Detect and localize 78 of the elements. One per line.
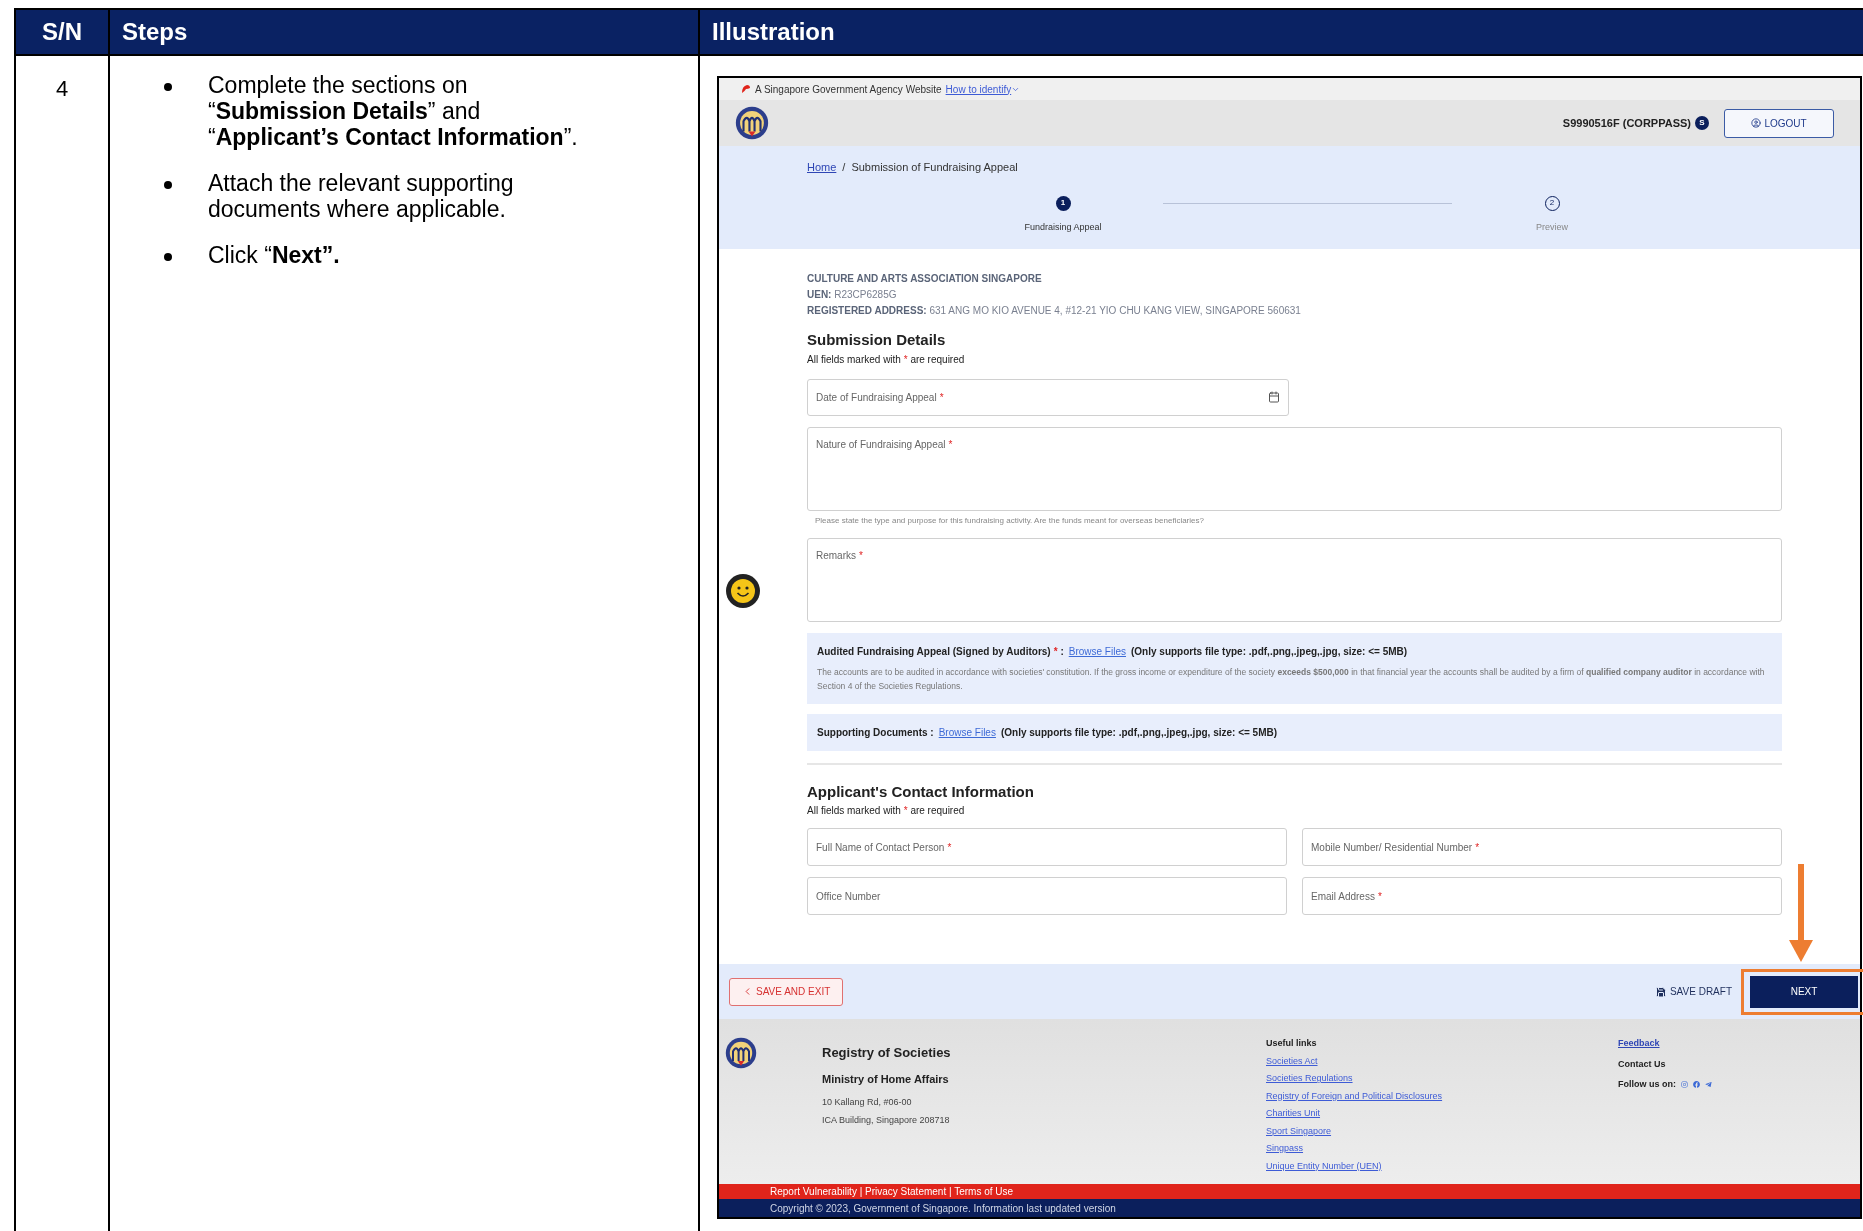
footer-link[interactable]: Societies Regulations bbox=[1266, 1072, 1353, 1086]
footer-link[interactable]: Sport Singapore bbox=[1266, 1124, 1332, 1138]
step-text: Complete the sections on “Submission Details” and “Applicant’s Contact Information”. bbox=[208, 72, 579, 150]
save-and-exit-button[interactable]: SAVE AND EXIT bbox=[729, 977, 844, 1006]
contact-us: Contact Us bbox=[1618, 1057, 1667, 1071]
step-number: 4 bbox=[55, 75, 69, 103]
save-icon bbox=[1654, 985, 1667, 998]
identify-link[interactable]: How to identify bbox=[945, 81, 1021, 97]
section-title: Submission Details bbox=[807, 330, 947, 350]
crest-logo bbox=[725, 1037, 757, 1069]
organisation-name: CULTURE AND ARTS ASSOCIATION SINGAPORE bbox=[807, 272, 1043, 286]
required-note: All fields marked with * are required bbox=[807, 804, 966, 818]
section-title: Applicant's Contact Information bbox=[807, 781, 1035, 802]
required-mark: * bbox=[1377, 890, 1382, 902]
column-header: Steps bbox=[122, 17, 188, 47]
copyright-text: Copyright © 2023, Government of Singapore. Information last updated version bbox=[770, 1201, 1116, 1216]
footer-link[interactable]: Registry of Foreign and Political Disclosures bbox=[1266, 1089, 1443, 1103]
required-note: All fields marked with * are required bbox=[807, 352, 966, 367]
required-mark: * bbox=[948, 438, 953, 450]
input-field[interactable]: Email Address * bbox=[1302, 877, 1782, 915]
step-label: Preview bbox=[1536, 220, 1568, 234]
helper-text: Please state the type and purpose for this fundraising activity. Are the funds meant for overseas beneficiaries? bbox=[814, 514, 1205, 527]
organisation-uen: UEN: R23CP6285G bbox=[807, 288, 898, 302]
date-field[interactable]: Date of Fundraising Appeal * bbox=[807, 378, 1289, 416]
footer-address: 10 Kallang Rd, #06-00 bbox=[822, 1096, 913, 1109]
browse-files-link[interactable]: Browse Files bbox=[1068, 643, 1126, 659]
required-mark: * bbox=[947, 841, 952, 853]
column-header: Illustration bbox=[712, 17, 835, 47]
lion-icon bbox=[741, 84, 751, 94]
user-id: S9990516F (CORPPASS) bbox=[1562, 115, 1691, 131]
footer-link[interactable]: Unique Entity Number (UEN) bbox=[1266, 1159, 1382, 1173]
next-button[interactable]: NEXT bbox=[1750, 975, 1858, 1008]
save-draft-button[interactable]: SAVE DRAFT bbox=[1654, 984, 1732, 999]
browse-files-link[interactable]: Browse Files bbox=[938, 724, 996, 740]
instagram-icon bbox=[1681, 1081, 1688, 1089]
step-label: Fundraising Appeal bbox=[1024, 220, 1102, 234]
column-header: S/N bbox=[42, 17, 82, 47]
text-area[interactable]: Nature of Fundraising Appeal * bbox=[807, 426, 1782, 511]
input-field[interactable]: Full Name of Contact Person * bbox=[807, 828, 1287, 866]
crest-logo bbox=[735, 106, 769, 140]
calendar-icon bbox=[1268, 391, 1280, 403]
breadcrumb-link[interactable]: Home bbox=[807, 159, 837, 176]
footer-ministry: Ministry of Home Affairs bbox=[822, 1071, 950, 1087]
telegram-icon bbox=[1705, 1081, 1712, 1089]
footer-link[interactable]: Societies Act bbox=[1266, 1054, 1318, 1068]
breadcrumb-separator: / bbox=[842, 160, 846, 175]
footer-link[interactable]: Charities Unit bbox=[1266, 1107, 1321, 1121]
file-type-info: (Only supports file type: .pdf,.png,.jpeg,.jpg, size: <= 5MB) bbox=[1000, 725, 1278, 740]
footer-title: Registry of Societies bbox=[822, 1044, 952, 1062]
required-mark: * bbox=[939, 391, 944, 403]
footer-link[interactable]: Singpass bbox=[1266, 1142, 1304, 1156]
step-text: Click “Next”. bbox=[208, 242, 341, 268]
organisation-address: REGISTERED ADDRESS: 631 ANG MO KIO AVENUE 4, #12-21 YIO CHU KANG VIEW, SINGAPORE 560631 bbox=[807, 304, 1302, 318]
legal-links[interactable]: Report Vulnerability | Privacy Statement | Terms of Use bbox=[770, 1184, 1014, 1199]
links-title: Useful links bbox=[1266, 1037, 1318, 1050]
upload-label: Supporting Documents : bbox=[817, 725, 934, 740]
required-mark: * bbox=[1475, 841, 1480, 853]
user-badge: S bbox=[1695, 116, 1709, 130]
upload-note: The accounts are to be audited in accordance with societies' constitution. If the gross income or expenditure of the society exceeds $500,000 in that financial year the accounts shall be audited by a firm of qualified company auditor in accordance with Section 4 of the Societies Regulations. bbox=[817, 665, 1766, 693]
required-mark: * bbox=[859, 549, 863, 561]
logout-button[interactable]: LOGOUT bbox=[1724, 108, 1834, 138]
file-type-info: (Only supports file type: .pdf,.png,.jpeg,.jpg, size: <= 5MB) bbox=[1131, 644, 1408, 659]
input-field[interactable]: Mobile Number/ Residential Number * bbox=[1302, 828, 1782, 866]
bullet-icon bbox=[164, 83, 172, 91]
step-text: Attach the relevant supporting documents where applicable. bbox=[208, 170, 515, 222]
facebook-icon bbox=[1693, 1081, 1700, 1089]
user-icon bbox=[1751, 118, 1762, 128]
footer-address: ICA Building, Singapore 208718 bbox=[822, 1113, 951, 1127]
breadcrumb-current: Submission of Fundraising Appeal bbox=[851, 160, 1018, 175]
feedback-link[interactable]: Feedback bbox=[1618, 1037, 1712, 1051]
banner-text: A Singapore Government Agency Website bbox=[755, 82, 942, 97]
bullet-icon bbox=[164, 181, 172, 189]
input-field[interactable]: Office Number bbox=[807, 877, 1287, 915]
upload-label: Audited Fundraising Appeal (Signed by Auditors) * : bbox=[817, 644, 1064, 659]
bullet-icon bbox=[164, 253, 172, 261]
text-area[interactable]: Remarks * bbox=[807, 537, 1782, 622]
follow-label: Follow us on: bbox=[1618, 1078, 1676, 1091]
required-mark: * bbox=[1053, 645, 1058, 657]
